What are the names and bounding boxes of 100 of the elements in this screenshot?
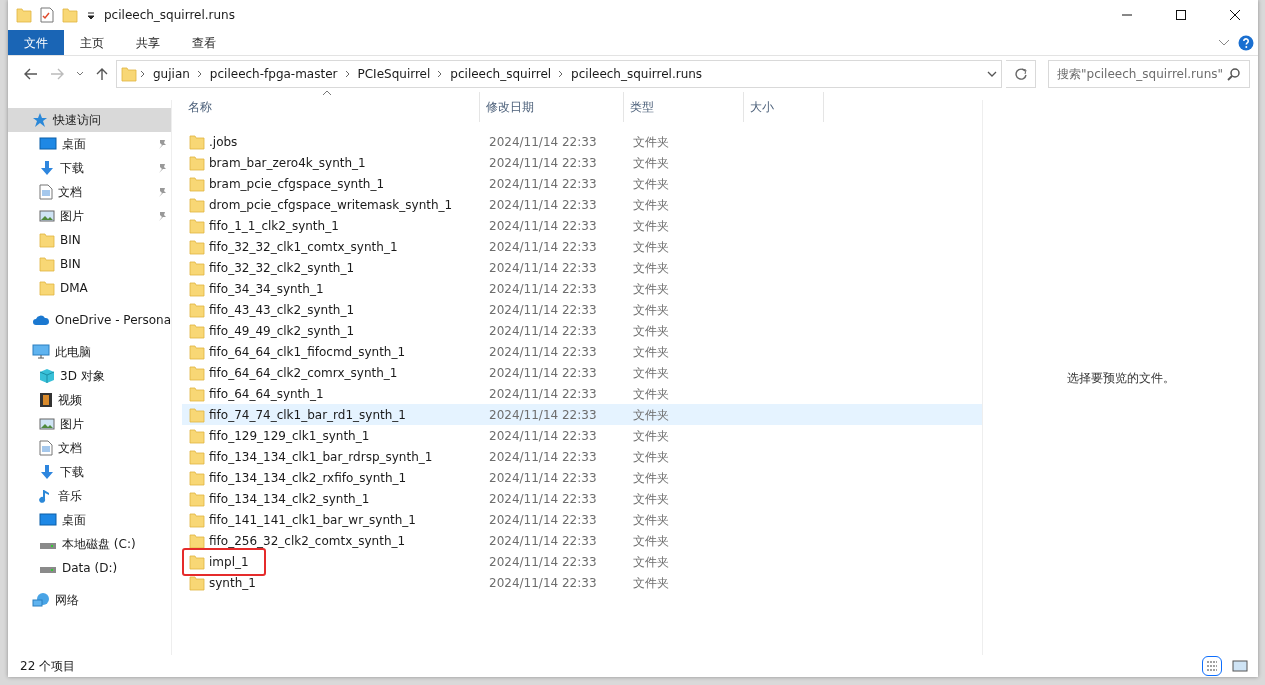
window-title: pcileech_squirrel.runs: [104, 7, 235, 24]
search-field[interactable]: 搜索"pcileech_squirrel.runs": [1048, 60, 1250, 88]
sidebar-item[interactable]: 下载: [8, 460, 171, 484]
file-name: bram_pcie_cfgspace_synth_1: [209, 175, 385, 193]
sidebar-item[interactable]: 快速访问: [8, 108, 171, 132]
sidebar-item[interactable]: 图片: [8, 412, 171, 436]
sidebar-item[interactable]: 本地磁盘 (C:): [8, 532, 171, 556]
type-cell-text: 文件夹: [632, 448, 670, 466]
ribbon-tab[interactable]: 主页: [64, 30, 120, 55]
sidebar-item[interactable]: 图片: [8, 204, 171, 228]
date-cell-text: 2024/11/14 22:33: [488, 280, 598, 298]
star-icon: [32, 112, 48, 128]
ribbon-tab[interactable]: 文件: [8, 30, 64, 55]
breadcrumb[interactable]: pcileech_squirrel.runs: [567, 65, 707, 83]
sidebar-item[interactable]: OneDrive - Persona: [8, 308, 171, 332]
type-cell-text: 文件夹: [632, 217, 670, 235]
column-header[interactable]: 修改日期: [480, 92, 624, 122]
type-cell-text: 文件夹: [632, 301, 670, 319]
date-cell-text: 2024/11/14 22:33: [488, 259, 598, 277]
file-row[interactable]: fifo_1_1_clk2_synth_1 2024/11/14 22:33 文件夹: [182, 215, 982, 236]
date-cell-text: 2024/11/14 22:33: [488, 343, 598, 361]
column-header[interactable]: 名称: [182, 92, 480, 122]
breadcrumb[interactable]: gujian: [149, 65, 194, 83]
sidebar-item[interactable]: 文档: [8, 436, 171, 460]
type-cell-text: 文件夹: [632, 532, 670, 550]
sidebar-item[interactable]: 此电脑: [8, 340, 171, 364]
address-bar[interactable]: gujian pcileech-fpga-master PCIeSquirrel pcileech_squirrel pcileech_squirrel.runs: [116, 60, 1002, 88]
file-row[interactable]: impl_1 2024/11/14 22:33 文件夹: [182, 551, 982, 572]
date-cell-text: 2024/11/14 22:33: [488, 574, 598, 592]
date-cell-text: 2024/11/14 22:33: [488, 133, 598, 151]
sidebar-item[interactable]: 桌面: [8, 508, 171, 532]
download-arrow-icon: [39, 160, 55, 176]
file-row[interactable]: fifo_32_32_clk2_synth_1 2024/11/14 22:33 文件夹: [182, 257, 982, 278]
type-cell-text: 文件夹: [632, 364, 670, 382]
sidebar-item[interactable]: 文档: [8, 180, 171, 204]
breadcrumb[interactable]: pcileech-fpga-master: [205, 65, 342, 83]
refresh-button[interactable]: [1006, 60, 1036, 88]
file-row[interactable]: fifo_49_49_clk2_synth_1 2024/11/14 22:33 文件夹: [182, 320, 982, 341]
file-row[interactable]: fifo_134_134_clk2_rxfifo_synth_1 2024/11/14 22:33 文件夹: [182, 467, 982, 488]
file-row[interactable]: fifo_74_74_clk1_bar_rd1_synth_1 2024/11/14 22:33 文件夹: [182, 404, 982, 425]
file-row[interactable]: fifo_64_64_clk2_comrx_synth_1 2024/11/14 22:33 文件夹: [182, 362, 982, 383]
sidebar-item[interactable]: BIN: [8, 228, 171, 252]
file-row[interactable]: .jobs 2024/11/14 22:33 文件夹: [182, 131, 982, 152]
sidebar-item[interactable]: Data (D:): [8, 556, 171, 580]
date-cell-text: 2024/11/14 22:33: [488, 553, 598, 571]
file-row[interactable]: drom_pcie_cfgspace_writemask_synth_1 2024/11/14 22:33 文件夹: [182, 194, 982, 215]
up-arrow-icon: [96, 67, 108, 81]
file-name: bram_bar_zero4k_synth_1: [209, 154, 366, 172]
sidebar-item[interactable]: BIN: [8, 252, 171, 276]
folder-icon: [189, 238, 205, 255]
file-name: impl_1: [209, 553, 249, 571]
column-header[interactable]: 类型: [624, 92, 744, 122]
file-row[interactable]: fifo_256_32_clk2_comtx_synth_1 2024/11/14 22:33 文件夹: [182, 530, 982, 551]
date-cell-text: 2024/11/14 22:33: [488, 322, 598, 340]
folder-icon: [189, 259, 205, 276]
properties-icon: [40, 7, 54, 23]
folder-icon: [189, 217, 205, 234]
file-row[interactable]: fifo_32_32_clk1_comtx_synth_1 2024/11/14 22:33 文件夹: [182, 236, 982, 257]
ribbon-tab[interactable]: 共享: [120, 30, 176, 55]
file-row[interactable]: bram_pcie_cfgspace_synth_1 2024/11/14 22:33 文件夹: [182, 173, 982, 194]
breadcrumb[interactable]: pcileech_squirrel: [446, 65, 556, 83]
details-view-button[interactable]: [1202, 656, 1222, 676]
file-row[interactable]: fifo_134_134_clk1_bar_rdrsp_synth_1 2024/11/14 22:33 文件夹: [182, 446, 982, 467]
column-header[interactable]: 大小: [744, 92, 824, 122]
breadcrumb[interactable]: PCIeSquirrel: [353, 65, 435, 83]
sidebar-item[interactable]: 下载: [8, 156, 171, 180]
sidebar-item[interactable]: DMA: [8, 276, 171, 300]
file-name: fifo_134_134_clk1_bar_rdrsp_synth_1: [209, 448, 433, 466]
type-cell-text: 文件夹: [632, 259, 670, 277]
folder-icon: [39, 232, 55, 248]
date-cell-text: 2024/11/14 22:33: [488, 448, 598, 466]
folder-icon: [189, 133, 205, 150]
type-cell-text: 文件夹: [632, 322, 670, 340]
sidebar-item[interactable]: 视频: [8, 388, 171, 412]
file-row[interactable]: fifo_64_64_synth_1 2024/11/14 22:33 文件夹: [182, 383, 982, 404]
download-arrow-icon: [39, 464, 55, 480]
cube-icon: [39, 368, 55, 384]
file-row[interactable]: fifo_134_134_clk2_synth_1 2024/11/14 22:33 文件夹: [182, 488, 982, 509]
date-cell-text: 2024/11/14 22:33: [488, 238, 598, 256]
sidebar-item[interactable]: 音乐: [8, 484, 171, 508]
folder-icon: [189, 490, 205, 507]
folder-icon: [16, 7, 32, 23]
chevron-right-icon: [195, 70, 204, 78]
date-cell-text: 2024/11/14 22:33: [488, 301, 598, 319]
file-name: fifo_43_43_clk2_synth_1: [209, 301, 355, 319]
file-row[interactable]: fifo_129_129_clk1_synth_1 2024/11/14 22:33 文件夹: [182, 425, 982, 446]
file-row[interactable]: fifo_64_64_clk1_fifocmd_synth_1 2024/11/14 22:33 文件夹: [182, 341, 982, 362]
file-row[interactable]: synth_1 2024/11/14 22:33 文件夹: [182, 572, 982, 593]
date-cell-text: 2024/11/14 22:33: [488, 511, 598, 529]
sidebar-item[interactable]: 桌面: [8, 132, 171, 156]
ribbon-tab[interactable]: 查看: [176, 30, 232, 55]
file-row[interactable]: fifo_141_141_clk1_bar_wr_synth_1 2024/11/14 22:33 文件夹: [182, 509, 982, 530]
sidebar-item[interactable]: 3D 对象: [8, 364, 171, 388]
file-row[interactable]: fifo_34_34_synth_1 2024/11/14 22:33 文件夹: [182, 278, 982, 299]
sidebar-item[interactable]: 网络: [8, 588, 171, 612]
chevron-right-icon: [343, 70, 352, 78]
desktop-icon: [39, 512, 57, 528]
file-row[interactable]: fifo_43_43_clk2_synth_1 2024/11/14 22:33 文件夹: [182, 299, 982, 320]
file-row[interactable]: bram_bar_zero4k_synth_1 2024/11/14 22:33 文件夹: [182, 152, 982, 173]
folder-icon: [189, 343, 205, 360]
